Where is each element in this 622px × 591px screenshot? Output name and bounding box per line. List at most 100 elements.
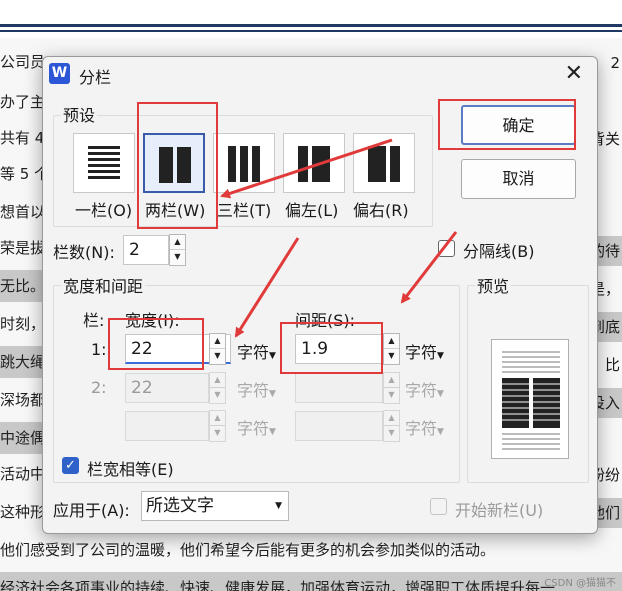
doc-line: 他们感受到了公司的温暖，他们希望今后能有更多的机会参加类似的活动。 xyxy=(0,541,496,559)
unit-label: 字符 xyxy=(237,419,270,438)
column-2-width-stepper: ▲ ▼ xyxy=(209,372,226,404)
column-3-spacing-input xyxy=(295,411,383,441)
unit-label: 字符 xyxy=(405,381,438,400)
column-1-spacing-input[interactable]: 1.9 xyxy=(295,334,383,364)
unit-label: 字符 xyxy=(237,381,270,400)
preview-page-icon xyxy=(502,351,560,450)
apply-to-select[interactable]: 所选文字 ▼ xyxy=(141,491,289,521)
stepper-up-icon: ▲ xyxy=(210,411,225,426)
apply-to-value: 所选文字 xyxy=(146,496,214,516)
presets-label: 预设 xyxy=(61,102,98,126)
wps-logo-icon: W xyxy=(49,63,70,84)
unit-label: 字符 xyxy=(405,419,438,438)
stepper-up-icon: ▲ xyxy=(384,411,399,426)
doc-line: 时刻， xyxy=(0,315,46,333)
caret-down-icon: ▼ xyxy=(437,351,444,361)
preset-label: 偏左(L) xyxy=(285,201,339,220)
stepper-down-icon[interactable]: ▼ xyxy=(170,250,185,265)
preview-pane xyxy=(491,339,569,459)
preset-right[interactable] xyxy=(353,133,415,193)
left-column-icon xyxy=(298,146,330,182)
column-1-spacing-stepper[interactable]: ▲ ▼ xyxy=(383,333,400,365)
doc-line: 活动中 xyxy=(0,465,46,483)
stepper-down-icon: ▼ xyxy=(388,390,395,399)
column-2-spacing-stepper: ▲ ▼ xyxy=(383,372,400,404)
columns-dialog: W 分栏 ✕ 预设 一栏(O) 两栏(W) 三栏(T) 偏左(L) 偏右(R) … xyxy=(42,56,598,534)
unit-label: 字符 xyxy=(237,343,270,362)
doc-line: 跳大绳 xyxy=(0,346,45,378)
close-icon[interactable]: ✕ xyxy=(565,61,583,86)
document-header-rule xyxy=(0,0,622,38)
preset-label: 一栏(O) xyxy=(75,201,133,220)
preset-label: 偏右(R) xyxy=(353,201,409,220)
dialog-title: 分栏 xyxy=(79,68,112,87)
columns-count-stepper[interactable]: ▲ ▼ xyxy=(169,234,186,266)
doc-line: 公司员 xyxy=(0,53,46,71)
row-number: 2: xyxy=(91,378,107,397)
caret-down-icon: ▼ xyxy=(437,389,444,399)
new-column-label: 开始新栏(U) xyxy=(455,501,544,520)
column-1-width-stepper[interactable]: ▲ ▼ xyxy=(209,333,226,365)
watermark: CSDN @猫猫不 xyxy=(544,578,616,589)
preset-label: 三栏(T) xyxy=(217,201,272,220)
width-unit-dropdown: 字符▼ xyxy=(237,415,276,439)
column-3-width-stepper: ▲ ▼ xyxy=(209,410,226,442)
column-3-width-input xyxy=(125,411,209,441)
caret-down-icon: ▼ xyxy=(437,427,444,437)
doc-line: 无比。 xyxy=(0,270,45,302)
doc-line: 中途偶 xyxy=(0,422,45,454)
spacing-unit-dropdown: 字符▼ xyxy=(405,415,444,439)
row-number: 1: xyxy=(91,340,107,359)
width-unit-dropdown[interactable]: 字符▼ xyxy=(237,339,276,363)
width-spacing-label: 宽度和间距 xyxy=(61,273,146,297)
stepper-down-icon: ▼ xyxy=(214,390,221,399)
doc-line: 办了主 xyxy=(0,93,46,111)
stepper-down-icon: ▼ xyxy=(388,428,395,437)
columns-count-input[interactable]: 2 xyxy=(123,235,169,265)
column-2-width-input: 22 xyxy=(125,373,209,403)
cancel-button[interactable]: 取消 xyxy=(461,159,576,199)
preset-label: 两栏(W) xyxy=(145,201,206,220)
doc-line: 这种形 xyxy=(0,503,46,521)
caret-down-icon: ▼ xyxy=(269,427,276,437)
stepper-down-icon: ▼ xyxy=(214,428,221,437)
apply-to-label: 应用于(A): xyxy=(53,501,130,520)
column-2-spacing-input xyxy=(295,373,383,403)
new-column-checkbox xyxy=(430,498,447,515)
stepper-up-icon: ▲ xyxy=(384,373,399,388)
doc-line: 荣是拔 xyxy=(0,239,46,257)
column-header: 栏: xyxy=(83,311,105,330)
preset-left[interactable] xyxy=(283,133,345,193)
caret-down-icon: ▼ xyxy=(269,389,276,399)
check-icon: ✓ xyxy=(65,458,76,473)
width-header: 宽度(I): xyxy=(125,311,180,330)
stepper-up-icon: ▲ xyxy=(210,373,225,388)
doc-line: 经济社会各项事业的持续、快速、健康发展，加强体育运动，增强职工体质提升每一 xyxy=(0,572,622,591)
caret-down-icon: ▼ xyxy=(269,351,276,361)
one-column-icon xyxy=(88,146,120,182)
caret-down-icon: ▼ xyxy=(275,501,282,511)
spacing-unit-dropdown[interactable]: 字符▼ xyxy=(405,339,444,363)
spacing-header: 间距(S): xyxy=(295,311,356,330)
separator-label: 分隔线(B) xyxy=(463,242,535,261)
stepper-down-icon[interactable]: ▼ xyxy=(384,349,399,364)
stepper-up-icon[interactable]: ▲ xyxy=(210,334,225,349)
preset-two-columns[interactable] xyxy=(143,133,205,193)
dialog-titlebar: W 分栏 ✕ xyxy=(43,57,597,91)
preset-three-columns[interactable] xyxy=(213,133,275,193)
stepper-up-icon[interactable]: ▲ xyxy=(170,235,185,250)
ok-button[interactable]: 确定 xyxy=(461,105,576,145)
preset-one-column[interactable] xyxy=(73,133,135,193)
stepper-up-icon[interactable]: ▲ xyxy=(384,334,399,349)
doc-line: 深场都 xyxy=(0,391,46,409)
separator-checkbox[interactable] xyxy=(438,240,455,257)
unit-label: 字符 xyxy=(405,343,438,362)
equal-width-label: 栏宽相等(E) xyxy=(87,460,174,479)
stepper-down-icon[interactable]: ▼ xyxy=(210,349,225,364)
three-column-icon xyxy=(228,146,260,182)
preview-label: 预览 xyxy=(475,273,512,297)
right-column-icon xyxy=(368,146,400,182)
doc-line: 想首以 xyxy=(0,203,46,221)
columns-count-label: 栏数(N): xyxy=(53,243,115,262)
equal-width-checkbox[interactable]: ✓ xyxy=(62,457,79,474)
